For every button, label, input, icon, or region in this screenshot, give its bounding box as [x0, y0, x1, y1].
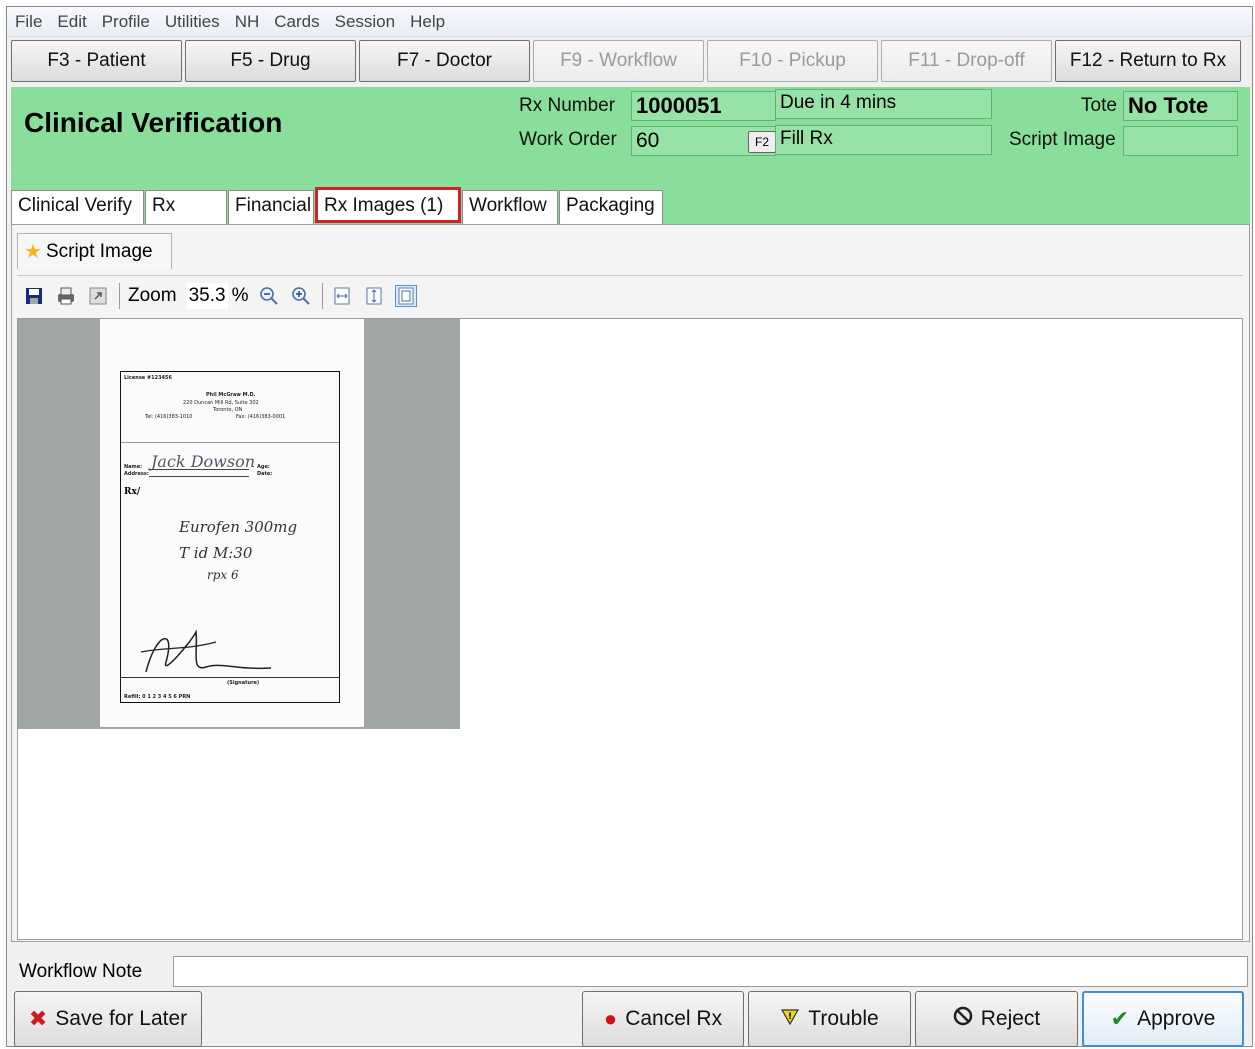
fit-height-icon[interactable] [363, 285, 385, 307]
doctor-button[interactable]: F7 - Doctor [359, 40, 530, 82]
warning-icon: ! [780, 1006, 800, 1032]
tab-packaging[interactable]: Packaging [559, 190, 663, 224]
function-key-bar: F3 - Patient F5 - Drug F7 - Doctor F9 - … [11, 40, 1251, 84]
return-to-rx-button[interactable]: F12 - Return to Rx [1055, 40, 1241, 82]
menu-edit[interactable]: Edit [57, 12, 86, 32]
reject-label: Reject [980, 1007, 1041, 1030]
save-for-later-button[interactable]: ✖ Save for Later [14, 991, 202, 1047]
name-label: Name: [124, 464, 143, 470]
license-text: License #123456 [124, 375, 172, 381]
rx-number-label: Rx Number [519, 95, 616, 116]
image-toolbar: Zoom 35.3 % [17, 275, 1243, 315]
approve-label: Approve [1137, 1007, 1216, 1030]
zoom-label: Zoom [128, 284, 177, 306]
tab-rx[interactable]: Rx [145, 190, 227, 224]
rx-images-panel: ★ Script Image Zoom 35.3 % License #1234… [11, 224, 1250, 942]
rx-line-3: rpx 6 [207, 568, 239, 582]
menu-file[interactable]: File [15, 12, 42, 32]
doctor-address1: 220 Duncan Mill Rd, Suite 302 [183, 400, 259, 406]
approve-button[interactable]: ✔ Approve [1082, 991, 1244, 1047]
reject-button[interactable]: Reject [915, 991, 1078, 1047]
tab-financial[interactable]: Financial [228, 190, 314, 224]
signature-scribble [140, 629, 272, 673]
prohibited-icon [953, 1006, 973, 1032]
workflow-note-input[interactable] [173, 956, 1248, 987]
zoom-unit: % [231, 284, 249, 306]
name-line [149, 469, 249, 470]
app-window: File Edit Profile Utilities NH Cards Ses… [6, 6, 1253, 1047]
script-image-label: Script Image [1009, 129, 1116, 150]
work-order-label: Work Order [519, 129, 617, 150]
trouble-button[interactable]: ! Trouble [748, 991, 911, 1047]
save-icon[interactable] [23, 285, 45, 307]
signature-label: (Signature) [227, 680, 260, 686]
menu-bar: File Edit Profile Utilities NH Cards Ses… [7, 7, 1252, 37]
address-line [149, 476, 249, 477]
doctor-name: Phil McGraw M.D. [206, 392, 256, 398]
workflow-note-label: Workflow Note [19, 961, 143, 982]
star-icon: ★ [24, 241, 42, 263]
address-label: Address: [124, 471, 149, 477]
tab-rx-images[interactable]: Rx Images (1) [315, 187, 461, 223]
dropoff-button[interactable]: F11 - Drop-off [881, 40, 1052, 82]
toolbar-separator [119, 282, 120, 309]
prescription-frame: License #123456 Phil McGraw M.D. 220 Dun… [120, 371, 340, 703]
due-status: Due in 4 mins [775, 89, 992, 119]
refill-text: Refill: 0 1 2 3 4 5 6 PRN [124, 694, 191, 700]
rx-line-2: T id M:30 [179, 544, 253, 562]
zoom-out-icon[interactable] [258, 285, 280, 307]
script-image-tab-label: Script Image [45, 240, 153, 262]
cancel-rx-button[interactable]: ● Cancel Rx [582, 991, 744, 1047]
toolbar-separator [322, 282, 324, 309]
prescription-scan: License #123456 Phil McGraw M.D. 220 Dun… [100, 319, 364, 727]
signature-line [121, 677, 339, 678]
f2-lookup-button[interactable]: F2 [748, 131, 776, 153]
divider [121, 442, 339, 443]
menu-cards[interactable]: Cards [274, 12, 319, 32]
trouble-label: Trouble [808, 1007, 879, 1030]
menu-utilities[interactable]: Utilities [165, 12, 220, 32]
checkmark-icon: ✔ [1110, 1006, 1130, 1031]
tote-field: No Tote [1123, 91, 1238, 121]
drug-button[interactable]: F5 - Drug [185, 40, 356, 82]
rx-symbol: Rx/ [124, 487, 141, 497]
menu-session[interactable]: Session [335, 12, 395, 32]
page-title: Clinical Verification [24, 107, 283, 138]
pickup-button[interactable]: F10 - Pickup [707, 40, 878, 82]
rx-line-1: Eurofen 300mg [179, 518, 298, 536]
workflow-button[interactable]: F9 - Workflow [533, 40, 704, 82]
tab-workflow[interactable]: Workflow [462, 190, 558, 224]
doctor-tel: Tel: (416)383-1010 [145, 414, 193, 420]
tab-bar: Clinical Verify Rx Financial Rx Images (… [11, 187, 664, 224]
age-label: Age: [257, 464, 270, 470]
doctor-fax: Fax: (416)383-0001 [236, 414, 286, 420]
svg-text:!: ! [788, 1012, 792, 1022]
fill-rx-field: Fill Rx [775, 125, 992, 155]
fit-width-icon[interactable] [331, 285, 353, 307]
save-for-later-label: Save for Later [55, 1007, 188, 1030]
zoom-input[interactable]: 35.3 [186, 282, 228, 309]
script-image-pane: License #123456 Phil McGraw M.D. 220 Dun… [18, 319, 460, 729]
tab-clinical-verify[interactable]: Clinical Verify [11, 190, 144, 224]
menu-help[interactable]: Help [410, 12, 445, 32]
fit-page-icon[interactable] [395, 284, 418, 307]
tote-label: Tote [1081, 95, 1117, 116]
cancel-rx-label: Cancel Rx [625, 1007, 723, 1030]
script-image-field [1123, 126, 1238, 156]
print-icon[interactable] [55, 285, 77, 307]
date-label: Date: [257, 471, 273, 477]
tab-script-image[interactable]: ★ Script Image [17, 233, 172, 269]
patient-button[interactable]: F3 - Patient [11, 40, 182, 82]
export-icon[interactable] [87, 285, 109, 307]
stop-icon: ● [603, 1006, 618, 1031]
x-icon: ✖ [28, 1006, 48, 1031]
rx-number-field: 1000051 [631, 91, 776, 121]
menu-profile[interactable]: Profile [102, 12, 150, 32]
image-viewer: License #123456 Phil McGraw M.D. 220 Dun… [17, 318, 1243, 940]
zoom-in-icon[interactable] [290, 285, 312, 307]
doctor-address2: Toronto, ON [213, 407, 243, 413]
menu-nh[interactable]: NH [235, 12, 260, 32]
